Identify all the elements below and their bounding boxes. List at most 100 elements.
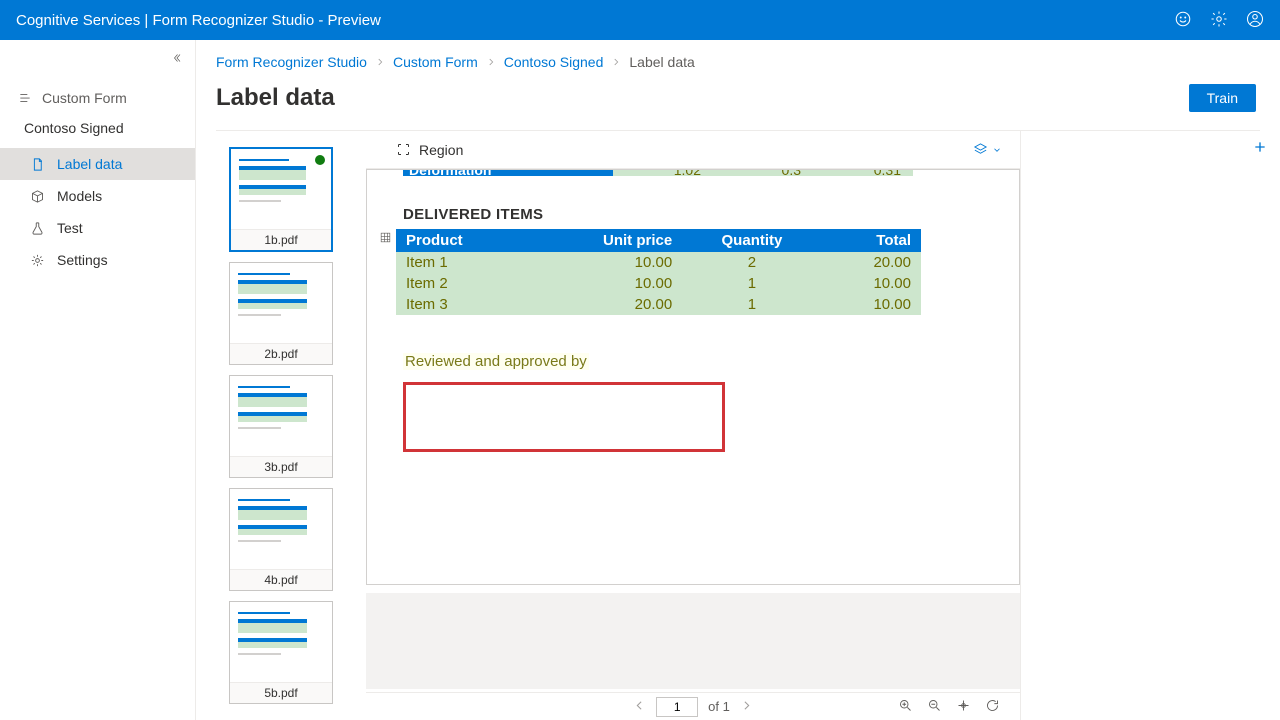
breadcrumb-item[interactable]: Contoso Signed [504, 54, 604, 70]
document-icon [30, 157, 45, 172]
thumbnail-item[interactable]: 5b.pdf [229, 601, 333, 704]
project-name: Contoso Signed [0, 114, 195, 148]
thumbnail-name: 5b.pdf [230, 682, 332, 703]
module-label: Custom Form [42, 90, 127, 106]
nav-item-models[interactable]: Models [0, 180, 195, 212]
status-labeled-icon [315, 155, 325, 165]
topbar-actions [1174, 10, 1264, 31]
thumbnail-name: 4b.pdf [230, 569, 332, 590]
canvas-background [366, 593, 1020, 689]
doc-viewport[interactable]: Deformation 1.02 0.3 0.31 DELIVERED ITEM… [366, 169, 1020, 692]
flask-icon [30, 221, 45, 236]
chevron-right-icon [486, 54, 496, 70]
fields-panel [1020, 131, 1280, 720]
page-title: Label data [216, 84, 335, 112]
train-button[interactable]: Train [1189, 84, 1256, 112]
region-icon [396, 142, 411, 157]
nav-label: Models [57, 188, 102, 204]
cell: 10.00 [822, 294, 921, 315]
breadcrumb-item[interactable]: Custom Form [393, 54, 478, 70]
module-header: Custom Form [0, 82, 195, 114]
topbar: Cognitive Services | Form Recognizer Stu… [0, 0, 1280, 40]
col-unit-price: Unit price [528, 229, 682, 252]
layers-icon [973, 142, 988, 157]
breadcrumb: Form Recognizer Studio Custom Form Conto… [216, 40, 1260, 74]
zoom-out-icon[interactable] [927, 698, 942, 716]
col-product: Product [396, 229, 528, 252]
table-cell: 0.31 [813, 170, 913, 176]
next-page-icon[interactable] [740, 699, 753, 715]
thumbnail-name: 3b.pdf [230, 456, 332, 477]
thumbnail-name: 1b.pdf [231, 229, 331, 250]
table-cell: 0.3 [713, 170, 813, 176]
cube-icon [30, 189, 45, 204]
settings-icon[interactable] [1210, 10, 1228, 31]
thumbnail-item[interactable]: 3b.pdf [229, 375, 333, 478]
thumbnail-item[interactable]: 1b.pdf [229, 147, 333, 252]
title-row: Label data Train [216, 74, 1260, 131]
signature-region-highlight[interactable] [403, 382, 725, 452]
col-total: Total [822, 229, 921, 252]
zoom-in-icon[interactable] [898, 698, 913, 716]
table-cell: Deformation [403, 170, 613, 176]
breadcrumb-item[interactable]: Form Recognizer Studio [216, 54, 367, 70]
cell: Item 3 [396, 294, 528, 315]
region-label: Region [419, 142, 463, 158]
cell: 2 [682, 252, 822, 273]
cell: 10.00 [822, 273, 921, 294]
page-total: of 1 [708, 699, 730, 714]
sidebar: Custom Form Contoso Signed Label data Mo… [0, 40, 196, 720]
thumbnail-item[interactable]: 2b.pdf [229, 262, 333, 365]
chevron-right-icon [611, 54, 621, 70]
cell: 10.00 [528, 252, 682, 273]
cell: Item 1 [396, 252, 528, 273]
layers-dropdown[interactable] [973, 142, 1002, 157]
col-quantity: Quantity [682, 229, 822, 252]
nav-item-settings[interactable]: Settings [0, 244, 195, 276]
cell: Item 2 [396, 273, 528, 294]
cell: 1 [682, 273, 822, 294]
chevron-right-icon [375, 54, 385, 70]
chevron-down-icon [992, 145, 1002, 155]
reviewed-label: Reviewed and approved by [403, 353, 589, 370]
table-row: Item 3 20.00 1 10.00 [396, 294, 921, 315]
gear-icon [30, 253, 45, 268]
rotate-icon[interactable] [985, 698, 1000, 716]
thumbnail-preview [230, 602, 332, 682]
thumbnail-preview [230, 376, 332, 456]
doc-toolbar: Region [366, 131, 1020, 169]
thumbnail-preview [230, 489, 332, 569]
table-row: Item 2 10.00 1 10.00 [396, 273, 921, 294]
table-row: Item 1 10.00 2 20.00 [396, 252, 921, 273]
thumbnail-preview [231, 149, 331, 229]
breadcrumb-current: Label data [629, 54, 694, 70]
thumbnail-name: 2b.pdf [230, 343, 332, 364]
fit-icon[interactable] [956, 698, 971, 716]
table-cell: 1.02 [613, 170, 713, 176]
account-icon[interactable] [1246, 10, 1264, 31]
feedback-icon[interactable] [1174, 10, 1192, 31]
doc-page[interactable]: Deformation 1.02 0.3 0.31 DELIVERED ITEM… [366, 169, 1020, 585]
thumbnail-preview [230, 263, 332, 343]
prev-page-icon[interactable] [633, 699, 646, 715]
nav-label: Label data [57, 156, 122, 172]
app-title: Cognitive Services | Form Recognizer Stu… [16, 12, 381, 29]
nav-item-label-data[interactable]: Label data [0, 148, 195, 180]
section-title: DELIVERED ITEMS [403, 206, 1001, 223]
table-grid-icon[interactable] [379, 229, 392, 247]
nav-label: Settings [57, 252, 108, 268]
page-input[interactable] [656, 697, 698, 717]
add-field-button[interactable] [1252, 139, 1268, 158]
nav-item-test[interactable]: Test [0, 212, 195, 244]
cell: 20.00 [528, 294, 682, 315]
cell: 10.00 [528, 273, 682, 294]
collapse-sidebar-icon[interactable] [173, 52, 185, 67]
delivered-items-table: Product Unit price Quantity Total Item 1 [396, 229, 921, 315]
thumbnail-list: 1b.pdf 2b.pdf 3b.pdf 4b.pdf [196, 131, 366, 720]
region-tool[interactable]: Region [396, 142, 463, 158]
cell: 20.00 [822, 252, 921, 273]
cell: 1 [682, 294, 822, 315]
page-nav: of 1 [366, 692, 1020, 720]
thumbnail-item[interactable]: 4b.pdf [229, 488, 333, 591]
nav-label: Test [57, 220, 83, 236]
